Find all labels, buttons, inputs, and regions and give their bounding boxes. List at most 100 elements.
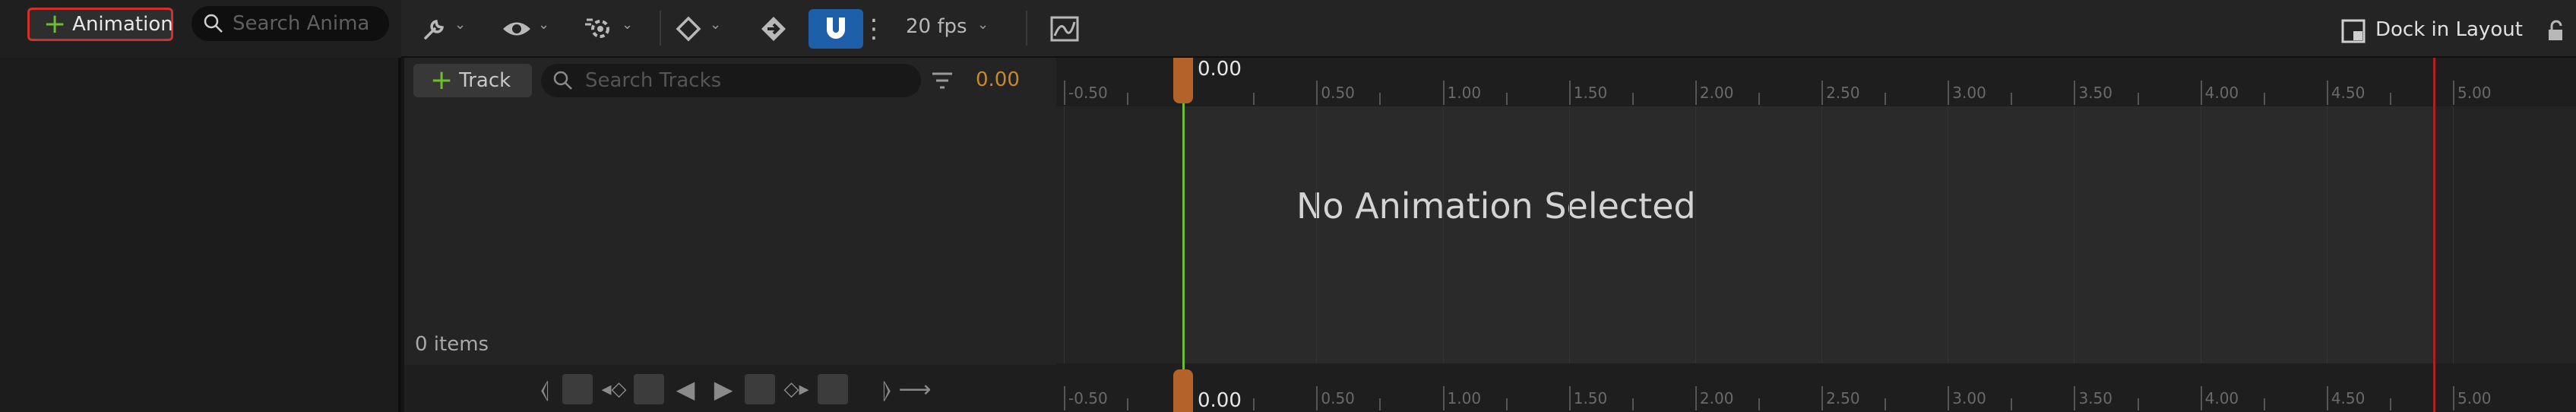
ruler-major-tick (1442, 81, 1445, 105)
ruler-minor-tick (1885, 93, 1887, 105)
ruler-major-tick (1316, 81, 1318, 105)
ruler-tick-label: 3.50 (2078, 84, 2112, 102)
dock-layout-icon (2340, 18, 2366, 44)
ruler-tick-label: -0.50 (1068, 389, 1108, 407)
ruler-minor-tick (1758, 93, 1760, 105)
ruler-tick-label: 4.00 (2204, 389, 2239, 407)
wrench-icon[interactable] (419, 14, 450, 44)
ruler-minor-tick (2263, 398, 2265, 410)
end-range-marker[interactable] (2433, 58, 2435, 412)
ruler-major-tick (2074, 81, 2076, 105)
chevron-down-icon[interactable]: ⌄ (454, 17, 466, 33)
prev-key-icon[interactable]: ◂◇ (599, 374, 629, 404)
plus-icon: + (430, 65, 454, 96)
plus-icon: + (43, 8, 67, 40)
ruler-major-tick (1948, 386, 1950, 410)
ruler-minor-tick (2137, 398, 2139, 410)
ruler-major-tick (1948, 81, 1950, 105)
auto-key-icon[interactable] (755, 14, 792, 44)
eye-icon[interactable] (498, 14, 535, 44)
go-to-start-button[interactable]: ⦉ (535, 374, 555, 404)
key-frame-button[interactable] (562, 374, 593, 404)
ruler-tick-label: 5.00 (2457, 84, 2492, 102)
search-animations-input[interactable]: Search Anima (191, 6, 389, 41)
toolbar-divider (1026, 11, 1027, 46)
key-diamond-icon[interactable] (673, 14, 704, 44)
ruler-tick-label: 0.50 (1321, 389, 1355, 407)
ruler-minor-tick (1505, 93, 1508, 105)
chevron-down-icon[interactable]: ⌄ (710, 17, 721, 33)
play-icon[interactable]: ▶ (708, 374, 739, 404)
timeline-area[interactable]: 0.00 0.00 No Animation Selected -0.50 -0.… (1056, 58, 2576, 412)
chevron-down-icon[interactable]: ⌄ (622, 17, 633, 33)
ruler-major-tick (1695, 386, 1697, 410)
timeline-gridline (2326, 106, 2328, 363)
snap-options-icon[interactable]: ⋮ (861, 12, 887, 46)
playhead-time-label-bottom: 0.00 (1198, 389, 1242, 412)
add-track-label: Track (459, 69, 511, 92)
key-frame-button[interactable] (818, 374, 848, 404)
filter-icon[interactable] (929, 67, 956, 94)
ruler-tick-label: 4.50 (2331, 84, 2366, 102)
ruler-tick-label: 2.00 (1699, 389, 1734, 407)
timeline-gridline (1316, 106, 1318, 363)
items-count: 0 items (415, 333, 489, 356)
ruler-tick-label: 1.00 (1447, 84, 1482, 102)
ruler-minor-tick (1379, 93, 1381, 105)
go-to-end-button[interactable]: ⦊ (877, 374, 897, 404)
ruler-tick-label: 3.50 (2078, 389, 2112, 407)
ruler-tick-label: 2.00 (1699, 84, 1734, 102)
ruler-tick-label: 2.50 (1826, 389, 1860, 407)
play-reverse-icon[interactable]: ◀ (670, 374, 701, 404)
ruler-minor-tick (2389, 398, 2391, 410)
search-tracks-input[interactable]: Search Tracks (541, 64, 921, 97)
curve-editor-icon[interactable] (1049, 14, 1081, 44)
snap-toggle[interactable] (809, 9, 863, 49)
timeline-gridline (1695, 106, 1696, 363)
search-icon (553, 71, 572, 90)
ruler-major-tick (1442, 386, 1445, 410)
key-frame-button[interactable] (634, 374, 664, 404)
current-time-display[interactable]: 0.00 (976, 68, 1020, 91)
timeline-gridline (2453, 106, 2454, 363)
ruler-major-tick (2326, 386, 2328, 410)
post-range-shade (2435, 106, 2576, 363)
chevron-down-icon[interactable]: ⌄ (977, 17, 989, 33)
pre-range-shade (1056, 106, 1182, 363)
animations-list-panel (0, 58, 401, 412)
ruler-tick-label: 5.00 (2457, 389, 2492, 407)
ruler-tick-label: 4.00 (2204, 84, 2239, 102)
ruler-minor-tick (2011, 398, 2013, 410)
ruler-minor-tick (2263, 93, 2265, 105)
playhead-handle-bottom[interactable] (1173, 369, 1193, 412)
ruler-minor-tick (1379, 398, 1381, 410)
add-animation-button[interactable]: + Animation (27, 8, 173, 41)
ruler-major-tick (1064, 81, 1065, 105)
add-track-button[interactable]: + Track (413, 64, 532, 97)
ruler-major-tick (2326, 81, 2328, 105)
ruler-major-tick (1568, 386, 1571, 410)
add-animation-label: Animation (72, 13, 173, 36)
next-key-icon[interactable]: ◇▸ (781, 374, 812, 404)
playhead-handle-top[interactable] (1173, 58, 1193, 103)
dock-in-layout-button[interactable]: Dock in Layout (2375, 18, 2523, 41)
ruler-tick-label: 2.50 (1826, 84, 1860, 102)
timeline-gridline (1064, 106, 1065, 363)
timeline-gridline (1568, 106, 1570, 363)
ruler-minor-tick (1631, 398, 1634, 410)
ruler-minor-tick (1758, 398, 1760, 410)
fps-selector[interactable]: 20 fps (906, 15, 967, 38)
ruler-major-tick (2200, 386, 2202, 410)
ruler-major-tick (1695, 81, 1697, 105)
ruler-tick-label: 0.50 (1321, 84, 1355, 102)
ruler-tick-label: 1.50 (1573, 389, 1608, 407)
ruler-minor-tick (1253, 93, 1255, 105)
key-frame-button[interactable] (745, 374, 775, 404)
lock-icon[interactable] (2543, 18, 2568, 44)
ruler-tick-label: 4.50 (2331, 389, 2366, 407)
ruler-minor-tick (2011, 93, 2013, 105)
timeline-gridline (1821, 106, 1823, 363)
loop-icon[interactable]: ⟶ (899, 374, 932, 404)
chevron-down-icon[interactable]: ⌄ (538, 17, 549, 33)
animation-settings-icon[interactable] (582, 12, 619, 46)
